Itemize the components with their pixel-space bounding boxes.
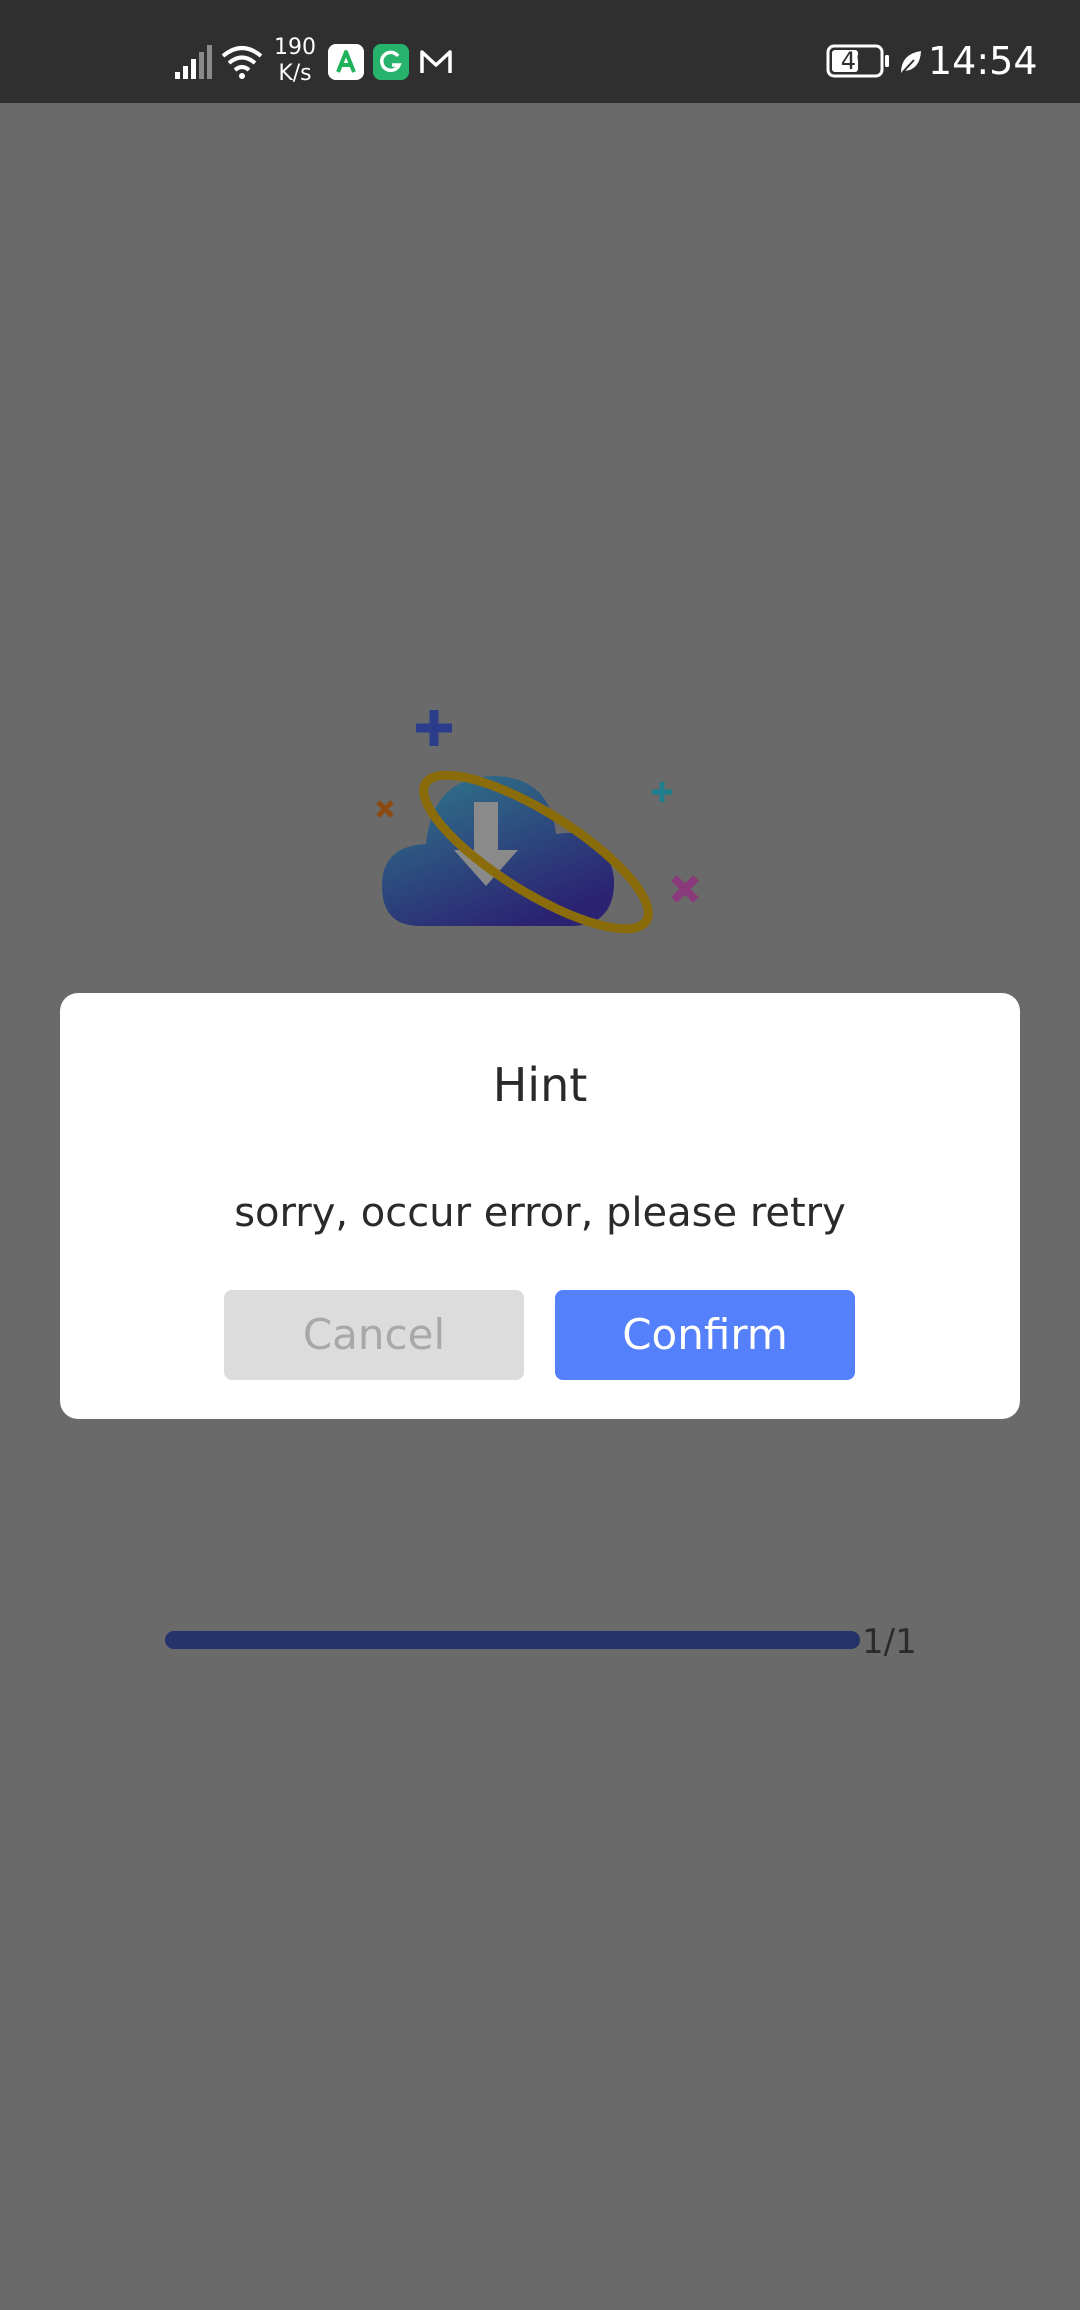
leaf-icon [901,51,921,74]
progress-label: 1/1 [862,1622,917,1662]
cloud-download-icon [376,710,699,934]
network-speed: 190 K/s [274,35,316,87]
wifi-icon [221,46,263,79]
mail-icon [420,50,452,73]
network-speed-value: 190 [274,35,316,60]
cancel-button[interactable]: Cancel [224,1290,524,1380]
network-speed-unit: K/s [278,61,312,86]
app-g-icon [373,44,409,80]
error-dialog: Hint sorry, occur error, please retry Ca… [60,993,1020,1419]
dialog-message: sorry, occur error, please retry [234,1190,846,1236]
dialog-title: Hint [492,1058,588,1112]
app-a-icon [328,44,364,80]
battery-level: 49 [840,47,872,75]
signal-icon [175,45,212,79]
progress-bar-fill [165,1631,860,1649]
confirm-button[interactable]: Confirm [555,1290,855,1380]
clock: 14:54 [928,39,1038,83]
status-bar: 190 K/s 49 14:54 [0,0,1080,103]
progress-bar [165,1631,860,1649]
